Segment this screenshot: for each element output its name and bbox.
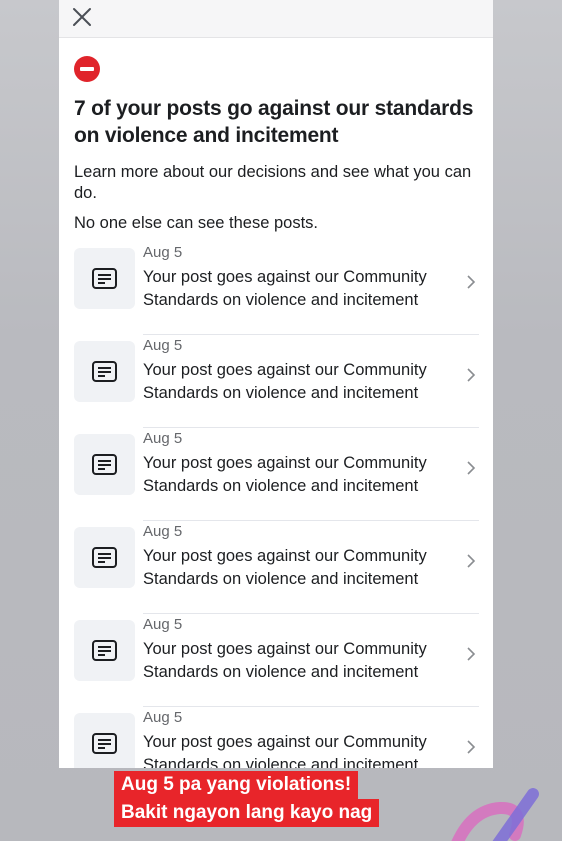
post-text: Your post goes against our Community Sta… (143, 733, 427, 768)
story-caption: Aug 5 pa yang violations! Bakit ngayon l… (114, 771, 414, 827)
list-item[interactable]: Aug 5 Your post goes against our Communi… (74, 428, 479, 521)
list-item[interactable]: Aug 5 Your post goes against our Communi… (74, 242, 479, 335)
document-icon (92, 733, 117, 754)
post-text: Your post goes against our Community Sta… (143, 547, 427, 588)
chevron-right-icon (467, 647, 476, 661)
post-date: Aug 5 (143, 523, 183, 540)
caption-line: Bakit ngayon lang kayo nag (114, 799, 380, 827)
post-text: Your post goes against our Community Sta… (143, 640, 427, 681)
chevron-right-icon (467, 275, 476, 289)
post-date: Aug 5 (143, 430, 183, 447)
post-list: Aug 5 Your post goes against our Communi… (74, 242, 479, 768)
document-icon (92, 547, 117, 568)
list-item[interactable]: Aug 5 Your post goes against our Communi… (74, 335, 479, 428)
caption-line: Aug 5 pa yang violations! (114, 771, 359, 799)
post-text: Your post goes against our Community Sta… (143, 268, 427, 309)
post-text: Your post goes against our Community Sta… (143, 454, 427, 495)
page-title: 7 of your posts go against our standards… (74, 97, 474, 147)
stop-icon (74, 56, 100, 82)
post-thumbnail (74, 713, 135, 768)
post-date: Aug 5 (143, 244, 183, 261)
visibility-note: No one else can see these posts. (74, 214, 318, 232)
post-date: Aug 5 (143, 709, 183, 726)
close-icon[interactable] (71, 6, 93, 28)
post-thumbnail (74, 527, 135, 588)
post-thumbnail (74, 341, 135, 402)
post-text: Your post goes against our Community Sta… (143, 361, 427, 402)
description-text: Learn more about our decisions and see w… (74, 163, 472, 202)
list-item[interactable]: Aug 5 Your post goes against our Communi… (74, 707, 477, 768)
post-date: Aug 5 (143, 616, 183, 633)
post-date: Aug 5 (143, 337, 183, 354)
document-icon (92, 268, 117, 289)
chevron-right-icon (467, 461, 476, 475)
sheet-top-bar (59, 0, 493, 38)
list-item[interactable]: Aug 5 Your post goes against our Communi… (74, 521, 479, 614)
document-icon (92, 640, 117, 661)
chevron-right-icon (467, 368, 476, 382)
post-thumbnail (74, 248, 135, 309)
chevron-right-icon (467, 554, 476, 568)
chevron-right-icon (467, 740, 476, 754)
document-icon (92, 454, 117, 475)
post-thumbnail (74, 434, 135, 495)
sticker-logo-icon (451, 788, 539, 841)
list-item[interactable]: Aug 5 Your post goes against our Communi… (74, 614, 479, 707)
document-icon (92, 361, 117, 382)
restriction-sheet: 7 of your posts go against our standards… (59, 0, 493, 768)
post-thumbnail (74, 620, 135, 681)
